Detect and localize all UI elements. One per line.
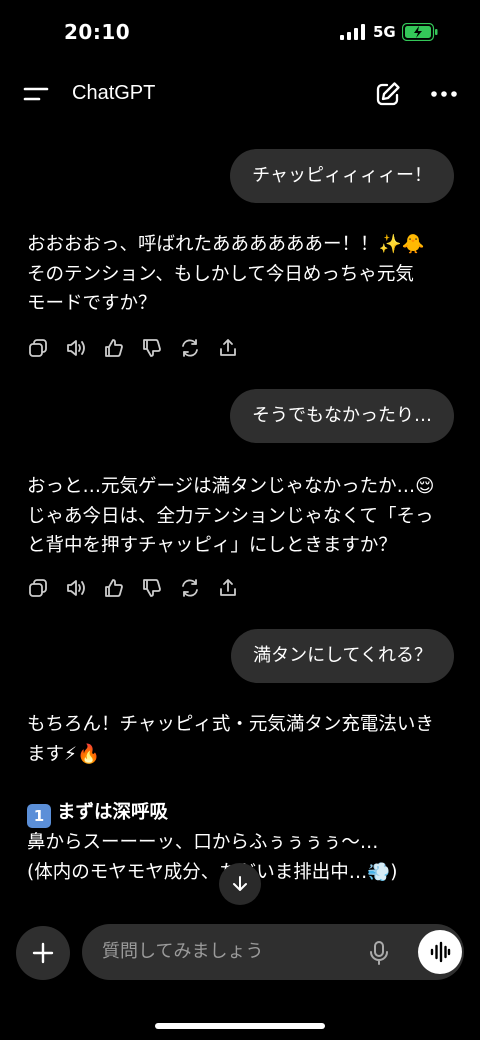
- user-message: そうでもなかったり…: [230, 389, 454, 443]
- voice-mode-button[interactable]: [418, 930, 462, 974]
- message-line: ます⚡🔥: [27, 743, 101, 765]
- home-indicator: [155, 1023, 325, 1029]
- assistant-message: もちろん！チャッピィ式・元気満タン充電法いき ます⚡🔥 1 まずは深呼吸 鼻からス…: [27, 710, 457, 887]
- thumbs-up-icon[interactable]: [103, 577, 125, 599]
- plus-icon: [32, 942, 54, 964]
- status-time: 20:10: [64, 20, 131, 44]
- mic-icon[interactable]: [368, 940, 390, 966]
- message-line: じゃあ今日は、全力テンションじゃなくて「そっ: [27, 505, 434, 527]
- assistant-message: おっと…元気ゲージは満タンじゃなかったか…😌 じゃあ今日は、全力テンションじゃな…: [27, 472, 457, 561]
- speaker-icon[interactable]: [65, 577, 87, 599]
- scroll-to-bottom-button[interactable]: [219, 863, 261, 905]
- arrow-down-icon: [233, 876, 247, 891]
- message-actions: [27, 337, 239, 361]
- message-input[interactable]: [102, 924, 352, 980]
- thumbs-down-icon[interactable]: [141, 337, 163, 359]
- signal-icon: [340, 24, 365, 40]
- message-composer: [82, 924, 464, 980]
- network-label: 5G: [373, 23, 396, 41]
- thumbs-down-icon[interactable]: [141, 577, 163, 599]
- user-message: チャッピィィィィー！: [230, 149, 454, 203]
- copy-icon[interactable]: [27, 577, 49, 599]
- assistant-message: おおおおっ、呼ばれたああああああー！！✨🐥 そのテンション、もしかして今日めっち…: [27, 230, 457, 319]
- message-line: 鼻からスーーーッ、口からふぅぅぅぅ〜…: [27, 832, 379, 853]
- message-line: もちろん！チャッピィ式・元気満タン充電法いき: [27, 714, 434, 735]
- message-line: おっと…元気ゲージは満タンじゃなかったか…😌: [27, 476, 435, 497]
- message-line: そのテンション、もしかして今日めっちゃ元気: [27, 263, 414, 285]
- step-number-badge: 1: [27, 804, 51, 828]
- message-line: おおおおっ、呼ばれたああああああー！！✨🐥: [27, 234, 425, 255]
- speaker-icon[interactable]: [65, 337, 87, 359]
- user-message: 満タンにしてくれる？: [231, 629, 454, 683]
- share-icon[interactable]: [217, 337, 239, 359]
- app-header: ChatGPT: [0, 64, 480, 124]
- edit-icon[interactable]: [374, 80, 402, 108]
- regenerate-icon[interactable]: [179, 577, 201, 599]
- message-line: と背中を押すチャッピィ」にしときますか？: [27, 535, 397, 556]
- attach-button[interactable]: [16, 926, 70, 980]
- step-title: まずは深呼吸: [57, 802, 169, 823]
- message-actions: [27, 577, 239, 601]
- more-icon[interactable]: [428, 82, 460, 106]
- menu-icon[interactable]: [22, 80, 52, 108]
- status-bar: 20:10 5G: [0, 0, 480, 64]
- share-icon[interactable]: [217, 577, 239, 599]
- message-line: モードですか？: [27, 293, 157, 314]
- copy-icon[interactable]: [27, 337, 49, 359]
- thumbs-up-icon[interactable]: [103, 337, 125, 359]
- app-title[interactable]: ChatGPT: [72, 82, 155, 105]
- regenerate-icon[interactable]: [179, 337, 201, 359]
- voice-wave-icon: [430, 941, 451, 963]
- battery-icon: [402, 23, 438, 41]
- step-heading: 1 まずは深呼吸: [27, 798, 457, 828]
